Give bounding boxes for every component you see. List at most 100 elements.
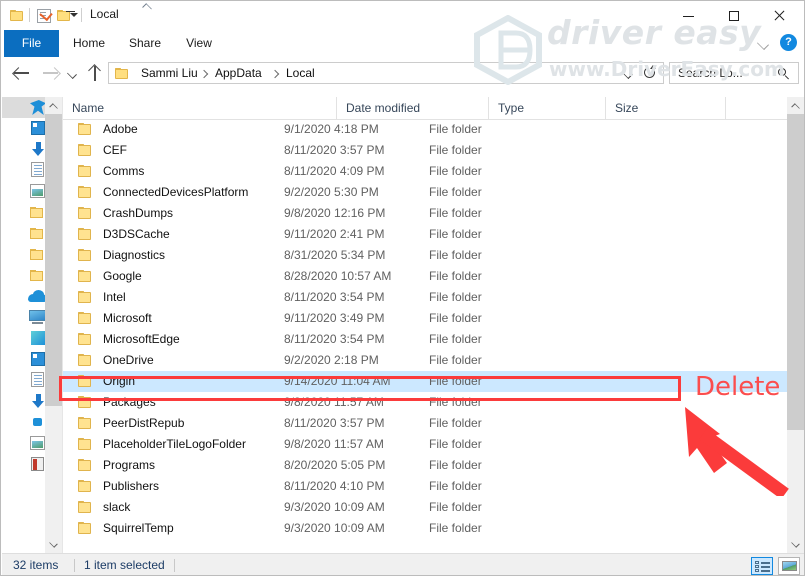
tab-home[interactable]: Home <box>63 30 115 57</box>
tab-view[interactable]: View <box>175 30 223 57</box>
folder-icon <box>78 459 94 472</box>
folder-icon <box>78 207 94 220</box>
file-date-modified: 9/11/2020 2:41 PM <box>284 227 385 241</box>
file-type: File folder <box>429 479 482 493</box>
breadcrumb[interactable]: Sammi Liu AppData Local <box>108 62 664 84</box>
table-row[interactable]: Diagnostics8/31/2020 5:34 PMFile folder <box>63 245 787 266</box>
window-title: Local <box>90 7 119 21</box>
file-name: Publishers <box>103 479 159 493</box>
column-header-name[interactable]: Name <box>63 97 336 119</box>
breadcrumb-segment-user[interactable]: Sammi Liu <box>141 66 198 80</box>
address-bar: Sammi Liu AppData Local Search Lo... <box>1 57 804 90</box>
file-name: ConnectedDevicesPlatform <box>103 185 248 199</box>
scrollbar-thumb[interactable] <box>787 114 804 430</box>
status-bar: 32 items 1 item selected <box>2 553 804 576</box>
title-bar: Local <box>1 1 804 30</box>
file-type: File folder <box>429 521 482 535</box>
breadcrumb-chevron-icon-2[interactable] <box>271 70 279 78</box>
folder-icon <box>78 228 94 241</box>
chevron-down-icon[interactable] <box>70 13 78 17</box>
folder-icon <box>115 67 130 79</box>
file-name: Comms <box>103 164 144 178</box>
file-date-modified: 9/2/2020 5:30 PM <box>284 185 379 199</box>
table-row[interactable]: OneDrive9/2/2020 2:18 PMFile folder <box>63 350 787 371</box>
large-icons-view-icon[interactable] <box>778 557 800 575</box>
recent-locations-button[interactable] <box>63 61 81 85</box>
toolbar-divider <box>29 8 30 22</box>
scroll-up-icon[interactable] <box>45 97 62 114</box>
details-view-icon[interactable] <box>751 557 773 575</box>
tab-share[interactable]: Share <box>119 30 171 57</box>
table-row[interactable]: ConnectedDevicesPlatform 9/2/2020 5:30 PM… <box>63 182 787 203</box>
table-row[interactable]: CrashDumps9/8/2020 12:16 PMFile folder <box>63 203 787 224</box>
properties-icon[interactable] <box>37 9 51 23</box>
status-divider-2 <box>174 559 175 572</box>
close-button[interactable] <box>757 1 802 30</box>
column-header-size[interactable]: Size <box>605 97 725 119</box>
file-name: OneDrive <box>103 353 154 367</box>
tab-file[interactable]: File <box>4 30 59 57</box>
file-name: CrashDumps <box>103 206 173 220</box>
navigation-pane-scrollbar[interactable] <box>45 97 62 553</box>
table-row[interactable]: SquirrelTemp9/3/2020 10:09 AMFile folder <box>63 518 787 539</box>
forward-button[interactable] <box>39 61 63 85</box>
file-date-modified: 8/28/2020 10:57 AM <box>284 269 391 283</box>
file-name: MicrosoftEdge <box>103 332 180 346</box>
table-row[interactable]: Adobe 9/1/2020 4:18 PM File folder <box>63 119 787 140</box>
help-button[interactable]: ? <box>780 34 797 51</box>
scroll-down-icon[interactable] <box>787 536 804 553</box>
toolbar-divider-2 <box>81 8 82 22</box>
folder-icon <box>78 291 94 304</box>
file-name: Programs <box>103 458 155 472</box>
breadcrumb-segment-appdata[interactable]: AppData <box>215 66 262 80</box>
file-date-modified: 8/11/2020 3:57 PM <box>284 416 385 430</box>
file-date-modified: 9/11/2020 3:49 PM <box>284 311 385 325</box>
file-name: Google <box>103 269 142 283</box>
file-name: Microsoft <box>103 311 152 325</box>
table-row[interactable]: MicrosoftEdge8/11/2020 3:54 PMFile folde… <box>63 329 787 350</box>
file-type: File folder <box>429 416 482 430</box>
table-row[interactable]: Google8/28/2020 10:57 AMFile folder <box>63 266 787 287</box>
folder-icon[interactable] <box>10 9 25 22</box>
file-type: File folder <box>429 122 482 136</box>
scroll-up-icon[interactable] <box>787 97 804 114</box>
file-name: CEF <box>103 143 127 157</box>
minimize-button[interactable] <box>667 1 712 30</box>
folder-icon <box>78 522 94 535</box>
status-item-count: 32 items <box>13 558 58 572</box>
file-date-modified: 9/2/2020 2:18 PM <box>284 353 379 367</box>
table-row[interactable]: Intel8/11/2020 3:54 PMFile folder <box>63 287 787 308</box>
back-button[interactable] <box>10 61 34 85</box>
file-date-modified: 9/3/2020 10:09 AM <box>284 500 385 514</box>
file-date-modified: 8/11/2020 4:09 PM <box>284 164 385 178</box>
scrollbar-thumb[interactable] <box>45 114 62 406</box>
file-name: D3DSCache <box>103 227 170 241</box>
breadcrumb-segment-local[interactable]: Local <box>286 66 315 80</box>
file-date-modified: 9/3/2020 10:09 AM <box>284 521 385 535</box>
folder-icon <box>78 480 94 493</box>
file-type: File folder <box>429 164 482 178</box>
column-header-date-modified[interactable]: Date modified <box>336 97 488 119</box>
breadcrumb-chevron-icon[interactable] <box>200 70 208 78</box>
folder-icon <box>78 312 94 325</box>
file-name: slack <box>103 500 130 514</box>
up-button[interactable] <box>83 61 107 85</box>
search-icon[interactable] <box>778 68 790 80</box>
table-row[interactable]: D3DSCache9/11/2020 2:41 PMFile folder <box>63 224 787 245</box>
maximize-button[interactable] <box>712 1 757 30</box>
column-header-type[interactable]: Type <box>488 97 605 119</box>
table-row[interactable]: CEF8/11/2020 3:57 PMFile folder <box>63 140 787 161</box>
refresh-icon[interactable] <box>641 64 659 82</box>
folder-icon <box>78 165 94 178</box>
file-name: Adobe <box>103 122 138 136</box>
file-date-modified: 9/8/2020 11:57 AM <box>284 437 384 451</box>
expand-ribbon-icon[interactable] <box>757 38 769 50</box>
table-row[interactable]: slack9/3/2020 10:09 AMFile folder <box>63 497 787 518</box>
table-row[interactable]: Microsoft9/11/2020 3:49 PMFile folder <box>63 308 787 329</box>
file-date-modified: 8/11/2020 4:10 PM <box>284 479 385 493</box>
folder-icon <box>78 501 94 514</box>
table-row[interactable]: Comms 8/11/2020 4:09 PM File folder <box>63 161 787 182</box>
search-input[interactable]: Search Lo... <box>669 62 799 84</box>
file-date-modified: 9/1/2020 4:18 PM <box>284 122 379 136</box>
scroll-down-icon[interactable] <box>45 536 62 553</box>
